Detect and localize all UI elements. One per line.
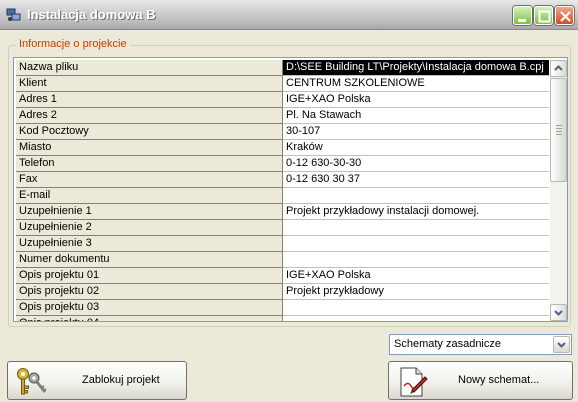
property-value[interactable]: Kraków <box>283 140 549 156</box>
property-label: Uzupełnienie 1 <box>16 204 283 220</box>
property-label: Telefon <box>16 156 283 172</box>
property-label: Opis projektu 01 <box>16 268 283 284</box>
property-label: Uzupełnienie 3 <box>16 236 283 252</box>
property-value[interactable]: 0-12 630 30 37 <box>283 172 549 188</box>
window-title: Instalacja domowa B <box>27 7 156 22</box>
scroll-thumb[interactable] <box>550 78 567 182</box>
property-label: Fax <box>16 172 283 188</box>
table-row[interactable]: Miasto Kraków <box>16 140 549 156</box>
table-row[interactable]: E-mail <box>16 188 549 204</box>
chevron-down-icon <box>557 342 566 348</box>
table-row[interactable]: Numer dokumentu <box>16 252 549 268</box>
dropdown-button[interactable] <box>553 336 570 353</box>
table-row[interactable]: Uzupełnienie 2 <box>16 220 549 236</box>
property-value[interactable]: Projekt przykładowy instalacji domowej. <box>283 204 549 220</box>
property-label: Opis projektu 04 <box>16 316 283 321</box>
title-bar[interactable]: Instalacja domowa B <box>0 0 578 30</box>
property-value[interactable]: IGE+XAO Polska <box>283 268 549 284</box>
property-value[interactable] <box>283 300 549 316</box>
property-label: Klient <box>16 76 283 92</box>
table-row[interactable]: Opis projektu 01 IGE+XAO Polska <box>16 268 549 284</box>
property-table: Nazwa pliku D:\SEE Building LT\Projekty\I… <box>16 60 549 321</box>
lock-project-label: Zablokuj projekt <box>82 374 160 386</box>
property-label: Nazwa pliku <box>16 60 283 76</box>
table-row[interactable]: Adres 1 IGE+XAO Polska <box>16 92 549 108</box>
app-icon <box>6 7 22 23</box>
property-value[interactable]: Projekt przykładowy <box>283 284 549 300</box>
vertical-scrollbar[interactable] <box>550 60 567 321</box>
property-value[interactable] <box>283 316 549 321</box>
property-value[interactable]: 0-12 630-30-30 <box>283 156 549 172</box>
arrow-up-icon <box>554 65 563 71</box>
table-row[interactable]: Telefon 0-12 630-30-30 <box>16 156 549 172</box>
property-value[interactable]: IGE+XAO Polska <box>283 92 549 108</box>
table-row[interactable]: Opis projektu 02 Projekt przykładowy <box>16 284 549 300</box>
schema-type-value: Schematy zasadnicze <box>394 338 501 350</box>
table-row[interactable]: Uzupełnienie 1 Projekt przykładowy instal… <box>16 204 549 220</box>
table-row[interactable]: Opis projektu 04 <box>16 316 549 321</box>
scroll-up-button[interactable] <box>550 60 567 77</box>
new-schema-button[interactable]: Nowy schemat... <box>388 361 573 400</box>
close-button[interactable] <box>555 6 574 25</box>
property-value[interactable]: 30-107 <box>283 124 549 140</box>
property-value[interactable]: D:\SEE Building LT\Projekty\Instalacja d… <box>283 60 549 76</box>
table-row[interactable]: Nazwa pliku D:\SEE Building LT\Projekty\I… <box>16 60 549 76</box>
table-row[interactable]: Kod Pocztowy 30-107 <box>16 124 549 140</box>
property-value[interactable]: Pl. Na Stawach <box>283 108 549 124</box>
table-row[interactable]: Uzupełnienie 3 <box>16 236 549 252</box>
property-label: Kod Pocztowy <box>16 124 283 140</box>
property-label: Opis projektu 03 <box>16 300 283 316</box>
property-label: Opis projektu 02 <box>16 284 283 300</box>
lock-project-button[interactable]: Zablokuj projekt <box>7 361 187 400</box>
minimize-button[interactable] <box>513 6 532 25</box>
property-value[interactable] <box>283 236 549 252</box>
property-label: Adres 1 <box>16 92 283 108</box>
maximize-button[interactable] <box>534 6 553 25</box>
minimize-icon <box>518 19 526 22</box>
new-schema-label: Nowy schemat... <box>458 374 540 386</box>
close-icon <box>560 11 571 22</box>
property-label: Miasto <box>16 140 283 156</box>
scroll-down-button[interactable] <box>550 304 567 321</box>
group-label: Informacje o projekcie <box>16 38 130 50</box>
table-row[interactable]: Klient CENTRUM SZKOLENIOWE <box>16 76 549 92</box>
project-window: Instalacja domowa B Informacje o projekc… <box>0 0 578 402</box>
project-info-grid[interactable]: Nazwa pliku D:\SEE Building LT\Projekty\I… <box>13 57 568 322</box>
property-value[interactable] <box>283 220 549 236</box>
property-label: Uzupełnienie 2 <box>16 220 283 236</box>
table-row[interactable]: Fax 0-12 630 30 37 <box>16 172 549 188</box>
document-pen-icon <box>398 366 428 401</box>
property-value[interactable] <box>283 188 549 204</box>
schema-type-select[interactable]: Schematy zasadnicze <box>389 334 572 355</box>
arrow-down-icon <box>554 310 563 316</box>
table-row[interactable]: Adres 2 Pl. Na Stawach <box>16 108 549 124</box>
property-value[interactable]: CENTRUM SZKOLENIOWE <box>283 76 549 92</box>
keys-icon <box>14 366 48 401</box>
table-row[interactable]: Opis projektu 03 <box>16 300 549 316</box>
property-value[interactable] <box>283 252 549 268</box>
property-label: E-mail <box>16 188 283 204</box>
maximize-icon <box>538 10 551 23</box>
property-label: Adres 2 <box>16 108 283 124</box>
property-label: Numer dokumentu <box>16 252 283 268</box>
